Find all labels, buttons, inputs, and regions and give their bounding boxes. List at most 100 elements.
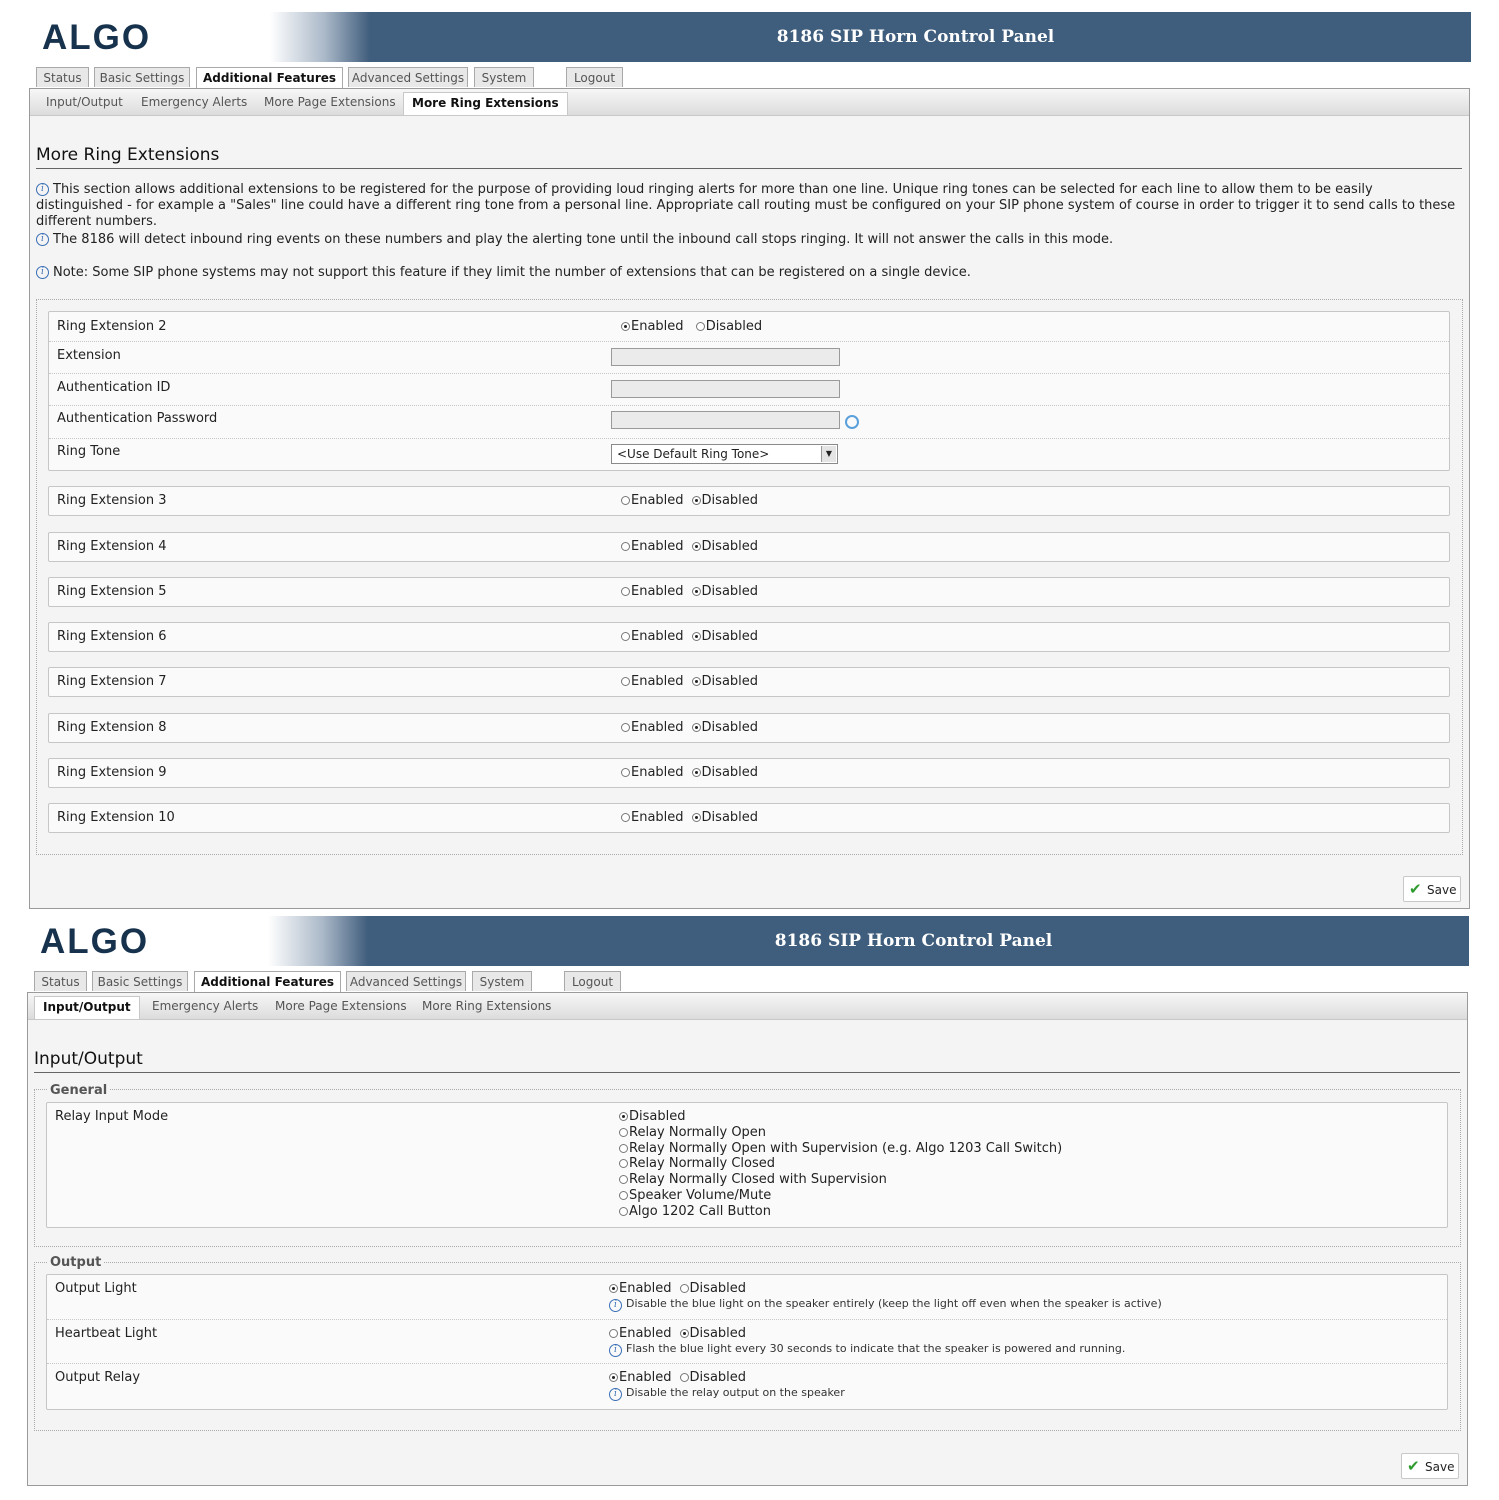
subtab-emergency-alerts[interactable]: Emergency Alerts [152, 999, 258, 1013]
subtab-emergency-alerts[interactable]: Emergency Alerts [141, 95, 247, 109]
radio-enabled[interactable] [621, 496, 630, 505]
radio-enabled[interactable] [609, 1329, 618, 1338]
tab-basic-settings[interactable]: Basic Settings [92, 971, 188, 991]
radio-disabled[interactable] [691, 723, 701, 732]
radio-enabled[interactable] [621, 677, 630, 686]
radio-enabled[interactable] [609, 1373, 618, 1382]
radio-relay-normally-closed-supervision[interactable] [619, 1175, 628, 1185]
extension-row: Extension [49, 342, 1449, 374]
relay-option: Algo 1202 Call Button [619, 1204, 1062, 1220]
output-relay-row: Output Relay Enabled Disabled i Disable th… [47, 1364, 1447, 1410]
save-button[interactable]: ✔ Save [1403, 876, 1461, 902]
ring-tone-select[interactable]: <Use Default Ring Tone> ▼ [611, 444, 838, 464]
radio-enabled[interactable] [621, 632, 630, 641]
info-text-2: i The 8186 will detect inbound ring event… [36, 232, 1462, 248]
radio-enabled[interactable] [621, 587, 630, 596]
tab-system[interactable]: System [472, 971, 532, 991]
output-relay-control: Enabled Disabled i Disable the relay outpu… [609, 1370, 845, 1401]
radio-disabled[interactable] [679, 1373, 689, 1382]
info-icon: i [36, 183, 49, 196]
radio-relay-normally-closed[interactable] [619, 1159, 628, 1169]
radio-disabled[interactable] [691, 496, 701, 505]
ring-extension-label: Ring Extension 9 [57, 765, 167, 780]
tab-system[interactable]: System [474, 67, 534, 87]
radio-enabled[interactable] [621, 322, 630, 331]
ring-extension-radios: Enabled Disabled [621, 765, 758, 780]
radio-enabled[interactable] [621, 813, 630, 822]
output-light-note: i Disable the blue light on the speaker e… [609, 1297, 1162, 1312]
radio-relay-normally-open[interactable] [619, 1127, 628, 1137]
tab-status[interactable]: Status [34, 971, 87, 991]
relay-option: Relay Normally Open with Supervision (e.… [619, 1141, 1062, 1157]
subtab-more-ring-extensions[interactable]: More Ring Extensions [422, 999, 551, 1013]
radio-disabled[interactable] [691, 542, 701, 551]
tab-logout[interactable]: Logout [566, 67, 623, 87]
ring-extension-radios: Enabled Disabled [621, 539, 758, 554]
output-relay-label: Output Relay [55, 1370, 141, 1385]
checkmark-icon: ✔ [1409, 880, 1422, 898]
radio-relay-normally-open-supervision[interactable] [619, 1143, 628, 1153]
radio-disabled[interactable] [691, 813, 701, 822]
ring-extension-2-row: Ring Extension 2 Enabled Disabled [49, 312, 1449, 342]
radio-disabled[interactable] [691, 768, 701, 777]
ring-extension-radios: Enabled Disabled [621, 810, 758, 825]
heartbeat-light-control: Enabled Disabled i Flash the blue light ev… [609, 1326, 1125, 1357]
heartbeat-light-row: Heartbeat Light Enabled Disabled i Flash t… [47, 1320, 1447, 1364]
ring-extension-radios: Enabled Disabled [621, 584, 758, 599]
ring-extension-label: Ring Extension 3 [57, 493, 167, 508]
output-legend: Output [48, 1255, 104, 1270]
chevron-down-icon: ▼ [821, 446, 836, 462]
refresh-icon[interactable] [845, 415, 859, 429]
radio-relay-disabled[interactable] [619, 1112, 628, 1121]
ring-extension-radios: Enabled Disabled [621, 493, 758, 508]
extension-input[interactable] [611, 348, 840, 366]
radio-enabled[interactable] [621, 542, 630, 551]
tab-advanced-settings[interactable]: Advanced Settings [348, 67, 468, 87]
algo-logo: ALGO [40, 922, 150, 961]
radio-algo-1202-call-button[interactable] [619, 1206, 628, 1216]
ring-extension-2-label: Ring Extension 2 [57, 319, 167, 334]
ring-extension-group: Ring Extension 3 Enabled Disabled [48, 486, 1450, 516]
auth-id-input[interactable] [611, 380, 840, 398]
ring-extension-2-group: Ring Extension 2 Enabled Disabled Extens… [48, 311, 1450, 471]
radio-disabled[interactable] [691, 632, 701, 641]
radio-disabled[interactable] [679, 1329, 689, 1338]
auth-password-input[interactable] [611, 411, 840, 429]
tab-additional-features[interactable]: Additional Features [194, 971, 341, 994]
radio-speaker-volume-mute[interactable] [619, 1190, 628, 1200]
radio-enabled[interactable] [609, 1284, 618, 1293]
subtab-input-output[interactable]: Input/Output [46, 95, 123, 109]
output-light-row: Output Light Enabled Disabled i Disable th… [47, 1275, 1447, 1320]
radio-disabled[interactable] [691, 677, 701, 686]
radio-disabled[interactable] [691, 587, 701, 596]
ring-extension-radios: Enabled Disabled [621, 629, 758, 644]
radio-disabled[interactable] [695, 322, 705, 331]
tab-additional-features[interactable]: Additional Features [196, 67, 343, 90]
tab-logout[interactable]: Logout [564, 971, 621, 991]
section-title: More Ring Extensions [36, 145, 1462, 169]
info-icon: i [609, 1299, 622, 1312]
content-frame: Input/Output Emergency Alerts More Page … [29, 88, 1470, 909]
radio-enabled[interactable] [621, 768, 630, 777]
subtab-more-page-extensions[interactable]: More Page Extensions [275, 999, 407, 1013]
header-gradient [270, 12, 370, 62]
radio-disabled[interactable] [679, 1284, 689, 1293]
app-title: 8186 SIP Horn Control Panel [774, 931, 1053, 951]
tab-advanced-settings[interactable]: Advanced Settings [346, 971, 466, 991]
radio-enabled[interactable] [621, 723, 630, 732]
subtab-more-ring-extensions[interactable]: More Ring Extensions [403, 92, 568, 115]
relay-option: Relay Normally Open [619, 1125, 1062, 1141]
subtab-input-output[interactable]: Input/Output [34, 996, 140, 1019]
tab-status[interactable]: Status [36, 67, 89, 87]
ring-extension-group: Ring Extension 8 Enabled Disabled [48, 713, 1450, 743]
output-light-control: Enabled Disabled i Disable the blue light … [609, 1281, 1162, 1312]
auth-password-row: Authentication Password [49, 406, 1449, 439]
save-button[interactable]: ✔ Save [1401, 1453, 1459, 1479]
relay-input-group: Relay Input Mode Disabled Relay Normally… [46, 1102, 1448, 1228]
ring-extension-label: Ring Extension 8 [57, 720, 167, 735]
output-group: Output Light Enabled Disabled i Disable th… [46, 1274, 1448, 1410]
subtab-more-page-extensions[interactable]: More Page Extensions [264, 95, 396, 109]
tab-basic-settings[interactable]: Basic Settings [94, 67, 190, 87]
checkmark-icon: ✔ [1407, 1457, 1420, 1475]
section-title: Input/Output [34, 1049, 1460, 1073]
